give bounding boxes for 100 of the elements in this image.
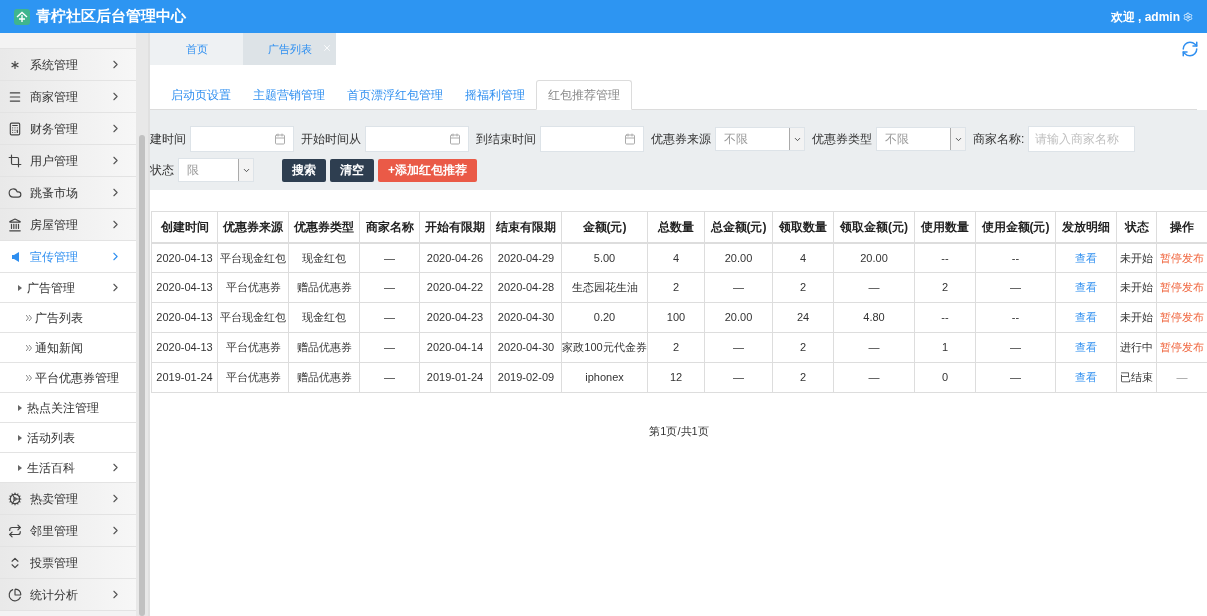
settings-icon[interactable] [1183, 11, 1193, 22]
table-cell: iphonex [561, 362, 648, 393]
table-cell: 家政100元代金券 [561, 332, 648, 363]
sidebar-subitem[interactable]: 平台优惠券管理 [0, 363, 136, 393]
menu-icon [8, 217, 22, 232]
date-field[interactable] [540, 126, 644, 152]
table-cell: 2020-04-13 [151, 302, 218, 333]
table-cell: 4 [647, 242, 705, 273]
sidebar-subitem[interactable]: 通知新闻 [0, 333, 136, 363]
table-cell: 2020-04-13 [151, 242, 218, 273]
table-cell: 未开始 [1116, 302, 1157, 333]
sidebar-subitem[interactable]: 活动列表 [0, 423, 136, 453]
sidebar-item[interactable]: 邻里管理 [0, 515, 136, 547]
column-header: 状态 [1116, 211, 1157, 243]
table-cell: 平台现金红包 [217, 302, 289, 333]
select-field[interactable]: 限 [178, 158, 254, 182]
table-cell: 平台优惠券 [217, 272, 289, 303]
app-title: 青柠社区后台管理中心 [36, 6, 186, 27]
sidebar-item[interactable]: 统计分析 [0, 579, 136, 611]
view-link[interactable]: 查看 [1075, 341, 1097, 354]
table-cell: — [975, 362, 1056, 393]
table-cell: — [1176, 371, 1188, 384]
table-cell: — [704, 332, 773, 363]
sub-tab[interactable]: 首页漂浮红包管理 [336, 80, 454, 110]
close-icon[interactable] [322, 43, 332, 53]
table-cell: 5.00 [561, 242, 648, 273]
table-cell: 现金红包 [288, 302, 360, 333]
table-cell: 平台优惠券 [217, 362, 289, 393]
table-cell: -- [914, 302, 976, 333]
table-cell: — [359, 272, 420, 303]
view-link[interactable]: 查看 [1075, 251, 1097, 264]
menu-icon [8, 89, 22, 104]
user-greeting[interactable]: 欢迎 , admin [1110, 7, 1180, 26]
merchant-name-field[interactable]: 请输入商家名称 [1028, 126, 1136, 152]
table-cell: 24 [772, 302, 834, 333]
select-field[interactable]: 不限 [876, 127, 966, 151]
sidebar-item[interactable]: 系统管理 [0, 49, 136, 81]
view-link[interactable]: 查看 [1075, 371, 1097, 384]
menu-icon [8, 491, 22, 506]
sub-tab[interactable]: 摇福利管理 [454, 80, 536, 110]
table-cell: 2 [772, 362, 834, 393]
pagination-text: 第1页/共1页 [649, 424, 709, 439]
sidebar-item[interactable]: 热卖管理 [0, 483, 136, 515]
sidebar-subitem[interactable]: 广告管理 [0, 273, 136, 303]
sidebar-item[interactable]: 跳蚤市场 [0, 177, 136, 209]
table-cell: 2020-04-13 [151, 272, 218, 303]
sidebar-subitem[interactable]: 生活百科 [0, 453, 136, 483]
view-link[interactable]: 查看 [1075, 281, 1097, 294]
sidebar-item[interactable]: 房屋管理 [0, 209, 136, 241]
sidebar-item[interactable]: 商家管理 [0, 81, 136, 113]
table-cell: 平台优惠券 [217, 332, 289, 363]
table-cell: 平台现金红包 [217, 242, 289, 273]
sub-tab[interactable]: 红包推荐管理 [536, 80, 632, 110]
sidebar-subitem[interactable]: 广告列表 [0, 303, 136, 333]
table-cell: — [833, 362, 915, 393]
page-tab[interactable]: 首页 [150, 33, 243, 65]
column-header: 使用金额(元) [975, 211, 1056, 243]
table-cell: -- [975, 242, 1056, 273]
logo-icon [14, 8, 30, 25]
table-cell: 2020-04-30 [490, 332, 562, 363]
sub-tab[interactable]: 启动页设置 [160, 80, 242, 110]
double-chevron-icon [26, 314, 32, 321]
column-header: 金额(元) [561, 211, 648, 243]
menu-icon [8, 587, 22, 602]
date-field[interactable] [365, 126, 469, 152]
table-cell: — [359, 302, 420, 333]
scrollbar[interactable] [136, 33, 148, 616]
sub-tab[interactable]: 主题营销管理 [242, 80, 336, 110]
column-header: 开始有限期 [419, 211, 491, 243]
add-button[interactable]: +添加红包推荐 [378, 158, 477, 182]
sidebar-item[interactable]: 用户管理 [0, 145, 136, 177]
column-header: 创建时间 [151, 211, 218, 243]
column-header: 领取金额(元) [833, 211, 915, 243]
refresh-icon[interactable] [1181, 40, 1199, 58]
table-cell: 2 [647, 272, 705, 303]
select-field[interactable]: 不限 [715, 127, 805, 151]
table-cell: 赠品优惠券 [288, 362, 360, 393]
action-button[interactable]: 清空 [330, 158, 374, 182]
view-link[interactable]: 查看 [1075, 311, 1097, 324]
column-header: 发放明细 [1055, 211, 1117, 243]
filter-label: 状态 [150, 162, 174, 179]
sidebar-item[interactable]: 宣传管理 [0, 241, 136, 273]
table-cell: 赠品优惠券 [288, 272, 360, 303]
table-cell: 0 [914, 362, 976, 393]
action-button[interactable]: 搜索 [282, 158, 326, 182]
table-cell: 2020-04-26 [419, 242, 491, 273]
date-field[interactable] [190, 126, 294, 152]
sidebar-subitem[interactable]: 热点关注管理 [0, 393, 136, 423]
table-cell: — [704, 272, 773, 303]
double-chevron-icon [26, 344, 32, 351]
calendar-icon [448, 133, 462, 145]
table-cell: 2 [772, 332, 834, 363]
table-cell: 0.20 [561, 302, 648, 333]
filter-label: 商家名称: [973, 131, 1025, 148]
sidebar-item[interactable]: 财务管理 [0, 113, 136, 145]
page-tab[interactable]: 广告列表 [243, 33, 336, 65]
table-cell: 2020-04-28 [490, 272, 562, 303]
sidebar-item[interactable]: 投票管理 [0, 547, 136, 579]
table-cell: -- [914, 242, 976, 273]
table-cell: — [833, 332, 915, 363]
